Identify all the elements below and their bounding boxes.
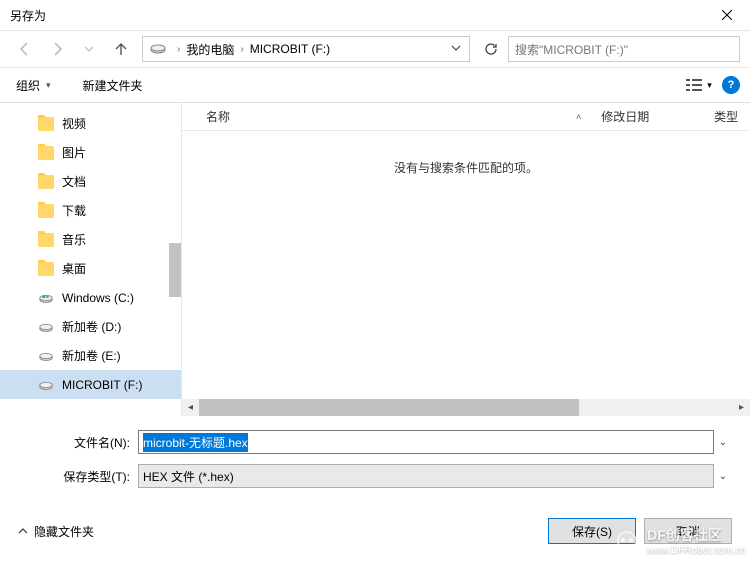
view-list-icon bbox=[686, 78, 704, 92]
sidebar-item-label: 视频 bbox=[62, 115, 86, 132]
sort-indicator-icon: ˄ bbox=[576, 112, 581, 122]
disk-icon bbox=[38, 291, 54, 305]
sidebar-item[interactable]: 视频 bbox=[0, 109, 181, 138]
nav-row: › 我的电脑 › MICROBIT (F:) 搜索"MICROBIT (F:)" bbox=[0, 31, 750, 67]
forward-button[interactable] bbox=[42, 35, 72, 63]
content-area: 名称 ˄ 修改日期 类型 没有与搜索条件匹配的项。 ◂ ▸ bbox=[182, 103, 750, 416]
sidebar-item[interactable]: 音乐 bbox=[0, 225, 181, 254]
cancel-label: 取消 bbox=[676, 523, 700, 540]
breadcrumb[interactable]: › 我的电脑 › MICROBIT (F:) bbox=[142, 36, 470, 62]
sidebar-list: 视频图片文档下载音乐桌面 Windows (C:) 新加卷 (D:) 新加卷 (E:)… bbox=[0, 103, 181, 399]
chevron-down-icon bbox=[451, 43, 461, 53]
footer: 隐藏文件夹 保存(S) 取消 bbox=[0, 510, 750, 558]
main: 视频图片文档下载音乐桌面 Windows (C:) 新加卷 (D:) 新加卷 (E:)… bbox=[0, 103, 750, 416]
filename-label: 文件名(N): bbox=[18, 434, 138, 451]
sidebar-item-label: 桌面 bbox=[62, 260, 86, 277]
chevron-down-icon bbox=[84, 44, 94, 54]
breadcrumb-drive[interactable]: MICROBIT (F:) bbox=[250, 42, 330, 56]
view-button[interactable]: ▾ bbox=[684, 73, 714, 97]
sidebar-item[interactable]: 文档 bbox=[0, 167, 181, 196]
folder-icon bbox=[38, 233, 54, 247]
sidebar-item[interactable]: 桌面 bbox=[0, 254, 181, 283]
filetype-dropdown[interactable]: ⌄ bbox=[714, 471, 732, 482]
search-placeholder: 搜索"MICROBIT (F:)" bbox=[515, 41, 628, 58]
new-folder-button[interactable]: 新建文件夹 bbox=[77, 73, 149, 98]
folder-icon bbox=[38, 262, 54, 276]
folder-icon bbox=[38, 117, 54, 131]
column-type[interactable]: 类型 bbox=[714, 108, 750, 125]
arrow-up-icon bbox=[113, 41, 129, 57]
filetype-select[interactable]: HEX 文件 (*.hex) bbox=[138, 464, 714, 488]
window-title: 另存为 bbox=[10, 7, 704, 24]
breadcrumb-pc[interactable]: 我的电脑 bbox=[186, 41, 234, 58]
folder-icon bbox=[38, 204, 54, 218]
disk-icon bbox=[38, 349, 54, 363]
folder-icon bbox=[38, 146, 54, 160]
sidebar-item[interactable]: Windows (C:) bbox=[0, 283, 181, 312]
sidebar-item[interactable]: 下载 bbox=[0, 196, 181, 225]
organize-label: 组织 bbox=[16, 77, 40, 94]
sidebar-item-label: Windows (C:) bbox=[62, 291, 134, 305]
organize-button[interactable]: 组织 ▾ bbox=[10, 73, 57, 98]
chevron-up-icon bbox=[18, 526, 28, 536]
sidebar-scrollbar[interactable] bbox=[169, 243, 181, 297]
refresh-icon bbox=[484, 42, 498, 56]
breadcrumb-sep: › bbox=[177, 44, 180, 55]
new-folder-label: 新建文件夹 bbox=[83, 77, 143, 94]
filename-input[interactable]: microbit-无标题.hex bbox=[138, 430, 714, 454]
titlebar: 另存为 bbox=[0, 0, 750, 31]
up-button[interactable] bbox=[106, 35, 136, 63]
sidebar-item[interactable]: 新加卷 (D:) bbox=[0, 312, 181, 341]
sidebar-item-label: MICROBIT (F:) bbox=[62, 378, 142, 392]
arrow-left-icon bbox=[17, 41, 33, 57]
filetype-value: HEX 文件 (*.hex) bbox=[143, 468, 234, 485]
empty-message: 没有与搜索条件匹配的项。 bbox=[182, 131, 750, 399]
breadcrumb-sep: › bbox=[240, 44, 243, 55]
toolbar: 组织 ▾ 新建文件夹 ▾ ? bbox=[0, 67, 750, 103]
filetype-label: 保存类型(T): bbox=[18, 468, 138, 485]
chevron-down-icon: ▾ bbox=[707, 80, 712, 91]
sidebar-item-label: 新加卷 (E:) bbox=[62, 347, 121, 364]
form: 文件名(N): microbit-无标题.hex ⌄ 保存类型(T): HEX … bbox=[0, 416, 750, 510]
back-button[interactable] bbox=[10, 35, 40, 63]
horizontal-scrollbar[interactable]: ◂ ▸ bbox=[182, 399, 750, 416]
sidebar-item[interactable]: MICROBIT (F:) bbox=[0, 370, 181, 399]
sidebar-item-label: 文档 bbox=[62, 173, 86, 190]
close-button[interactable] bbox=[704, 0, 750, 31]
arrow-right-icon bbox=[49, 41, 65, 57]
cancel-button[interactable]: 取消 bbox=[644, 518, 732, 544]
save-label: 保存(S) bbox=[572, 523, 612, 540]
breadcrumb-dropdown[interactable] bbox=[447, 42, 465, 56]
filename-value: microbit-无标题.hex bbox=[143, 433, 248, 452]
folder-icon bbox=[38, 175, 54, 189]
sidebar-item[interactable]: 图片 bbox=[0, 138, 181, 167]
scroll-thumb[interactable] bbox=[199, 399, 579, 416]
save-button[interactable]: 保存(S) bbox=[548, 518, 636, 544]
sidebar-item-label: 下载 bbox=[62, 202, 86, 219]
scroll-right-icon[interactable]: ▸ bbox=[733, 399, 750, 416]
search-input[interactable]: 搜索"MICROBIT (F:)" bbox=[508, 36, 740, 62]
disk-icon bbox=[38, 378, 54, 392]
disk-icon bbox=[149, 42, 167, 56]
sidebar-item-label: 新加卷 (D:) bbox=[62, 318, 121, 335]
filename-dropdown[interactable]: ⌄ bbox=[714, 437, 732, 448]
hide-folders-toggle[interactable]: 隐藏文件夹 bbox=[18, 523, 94, 540]
column-modified[interactable]: 修改日期 bbox=[601, 108, 714, 125]
column-header: 名称 ˄ 修改日期 类型 bbox=[182, 103, 750, 131]
sidebar-item[interactable]: 新加卷 (E:) bbox=[0, 341, 181, 370]
refresh-button[interactable] bbox=[478, 37, 504, 61]
close-icon bbox=[722, 10, 732, 20]
disk-icon bbox=[38, 320, 54, 334]
sidebar: 视频图片文档下载音乐桌面 Windows (C:) 新加卷 (D:) 新加卷 (E:)… bbox=[0, 103, 182, 416]
scroll-left-icon[interactable]: ◂ bbox=[182, 399, 199, 416]
chevron-down-icon: ▾ bbox=[46, 80, 51, 91]
hide-folders-label: 隐藏文件夹 bbox=[34, 523, 94, 540]
sidebar-item-label: 图片 bbox=[62, 144, 86, 161]
column-name[interactable]: 名称 bbox=[206, 108, 596, 125]
sidebar-item-label: 音乐 bbox=[62, 231, 86, 248]
recent-button[interactable] bbox=[74, 35, 104, 63]
help-button[interactable]: ? bbox=[722, 76, 740, 94]
